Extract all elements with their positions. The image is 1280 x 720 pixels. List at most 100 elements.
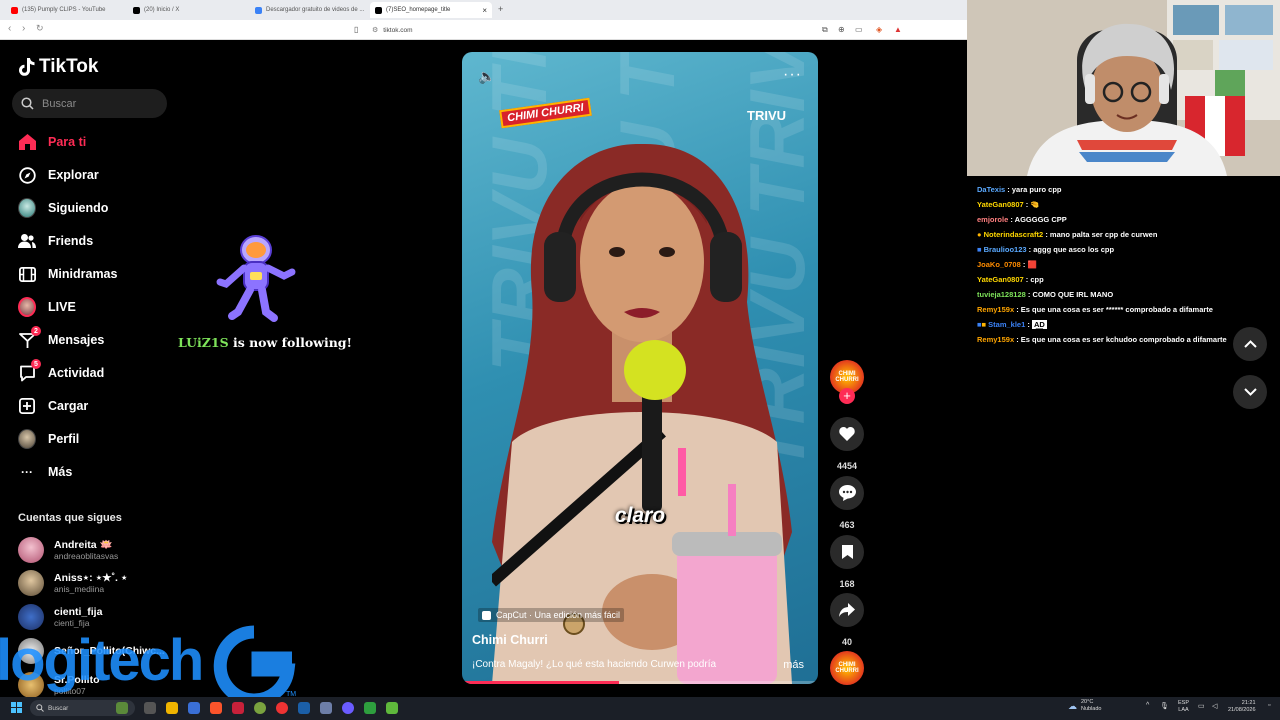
task-view-icon[interactable] — [144, 702, 156, 714]
bookmark-icon[interactable] — [830, 535, 864, 569]
next-video-button[interactable] — [1233, 375, 1267, 409]
settings-icon[interactable] — [320, 702, 332, 714]
like-action[interactable]: 4454 — [830, 417, 864, 471]
nav-actividad[interactable]: 5 Actividad — [18, 359, 105, 384]
see-more-link[interactable]: más — [783, 659, 804, 671]
chat-text: aggg que asco los cpp — [1033, 245, 1115, 254]
comment-count: 463 — [839, 520, 855, 530]
following-account[interactable]: Andreita 🪷 andreaoblitasvas — [18, 537, 118, 563]
follow-plus-button[interactable]: + — [839, 388, 855, 404]
system-clock[interactable]: 21:21 21/08/2026 — [1228, 700, 1256, 714]
video-player[interactable]: TRIVU TRIVU TRIVU TRIVU TRIVU TRIVU TRIV… — [462, 52, 818, 684]
comment-icon[interactable] — [830, 476, 864, 510]
store-icon[interactable] — [188, 702, 200, 714]
chat-message: tuvieja128128 : COMO QUE IRL MANO — [977, 290, 1114, 299]
windows-start-icon[interactable] — [11, 702, 22, 713]
tray-chevron-up-icon[interactable]: ^ — [1146, 702, 1149, 709]
nav-label: Mensajes — [48, 333, 105, 347]
music-disc[interactable]: CHIMI CHURRI — [830, 651, 864, 685]
share-icon[interactable] — [830, 593, 864, 627]
mute-icon[interactable]: 🔈 — [478, 68, 495, 85]
obs-icon[interactable] — [276, 702, 288, 714]
account-username: andreaoblitasvas — [54, 551, 119, 561]
nav-live[interactable]: LIVE — [18, 296, 76, 318]
following-account[interactable]: Aniss⋆: ⋆★˚. ⋆ anis_mediina — [18, 570, 127, 596]
chevron-down-icon — [1243, 388, 1257, 396]
site-info-icon[interactable]: ⚙ — [372, 26, 378, 34]
creator-profile[interactable]: CHIMI CHURRI + — [830, 360, 864, 404]
nav-perfil[interactable]: Perfil — [18, 428, 79, 450]
language-indicator[interactable]: ESP LAA — [1178, 700, 1189, 714]
browser-tab-x[interactable]: (20) Inicio / X — [128, 2, 248, 18]
widget-icon[interactable] — [116, 702, 128, 714]
live-avatar — [18, 297, 36, 317]
clock-time: 21:21 — [1241, 700, 1256, 706]
steam-icon[interactable] — [298, 702, 310, 714]
url-text: tiktok.com — [383, 26, 413, 34]
reload-icon[interactable]: ↻ — [36, 23, 44, 34]
search-icon — [36, 704, 44, 712]
video-description: ¡Contra Magaly! ¿Lo qué esta haciendo Cu… — [472, 659, 717, 670]
nav-explorar[interactable]: Explorar — [18, 164, 99, 186]
discord-icon[interactable] — [342, 702, 354, 714]
chat-badge-icon: ■ — [977, 245, 982, 254]
search-input[interactable]: Buscar — [12, 89, 167, 118]
webcam-feed — [967, 0, 1280, 176]
heart-icon[interactable] — [830, 417, 864, 451]
browser-tab-tiktok[interactable]: (7)SEO_homepage_title × — [370, 2, 492, 18]
network-icon[interactable]: ▭ — [1198, 702, 1205, 710]
rewards-icon[interactable]: ▲ — [894, 25, 902, 34]
avatar — [18, 570, 44, 596]
app-icon[interactable] — [254, 702, 266, 714]
comment-action[interactable]: 463 — [830, 476, 864, 530]
close-icon[interactable]: × — [482, 6, 487, 15]
sound-disc-icon[interactable]: CHIMI CHURRI — [830, 651, 864, 685]
bookmark-icon[interactable]: ▯ — [354, 25, 358, 34]
nav-para-ti[interactable]: Para ti — [18, 131, 86, 153]
browser-tab-youtube[interactable]: (135) Pumply CLIPS - YouTube — [6, 2, 126, 18]
nav-cargar[interactable]: Cargar — [18, 395, 88, 417]
chat-message: ■■ Stam_kle1 : A͟D — [977, 320, 1047, 329]
capcut-tag[interactable]: CapCut · Una edición más fácil — [478, 608, 625, 622]
nav-mas[interactable]: ··· Más — [18, 461, 72, 483]
chat-text: 🟥 — [1027, 260, 1037, 269]
save-action[interactable]: 168 — [830, 535, 864, 589]
minecraft-icon[interactable] — [364, 702, 376, 714]
brave-shield-icon[interactable]: ◈ — [876, 25, 882, 34]
video-author[interactable]: Chimi Churri — [472, 633, 548, 647]
volume-icon[interactable]: ◁ — [1212, 702, 1217, 710]
nav-label: Minidramas — [48, 267, 118, 281]
app-icon[interactable] — [232, 702, 244, 714]
nav-siguiendo[interactable]: Siguiendo — [18, 197, 108, 219]
browser-tab-downloader[interactable]: Descargador gratuito de videos de ... — [250, 2, 368, 18]
nav-label: Actividad — [48, 366, 105, 380]
home-icon — [18, 133, 36, 151]
weather-condition: Nublado — [1081, 706, 1102, 712]
app-icon[interactable] — [386, 702, 398, 714]
forward-icon[interactable]: › — [22, 23, 25, 34]
video-progress-bar[interactable] — [462, 681, 818, 684]
translate-icon[interactable]: ⧉ — [822, 25, 828, 35]
back-icon[interactable]: ‹ — [8, 23, 11, 34]
microphone-icon[interactable]: 🎙 — [1160, 702, 1169, 710]
new-tab-button[interactable]: + — [498, 4, 503, 14]
nav-mensajes[interactable]: 2 Mensajes — [18, 326, 105, 351]
nav-label: Explorar — [48, 168, 99, 182]
brave-browser-icon[interactable] — [210, 702, 222, 714]
weather-widget[interactable]: ☁ 20°C Nublado — [1068, 699, 1102, 713]
more-options-icon[interactable]: ··· — [783, 66, 802, 84]
share-action[interactable]: 40 — [830, 593, 864, 647]
chat-username: DaTexis — [977, 185, 1006, 194]
progress-fill — [462, 681, 619, 684]
nav-minidramas[interactable]: Minidramas — [18, 263, 117, 285]
zoom-icon[interactable]: ⊕ — [838, 25, 845, 34]
tiktok-logo[interactable]: TikTok — [18, 56, 98, 78]
cloud-icon: ☁ — [1068, 700, 1077, 711]
capcut-label: CapCut · Una edición más fácil — [496, 610, 621, 620]
nav-friends[interactable]: Friends — [18, 230, 93, 252]
cast-icon[interactable]: ▭ — [855, 25, 863, 34]
file-explorer-icon[interactable] — [166, 702, 178, 714]
follow-alert-text: LUiZ1S is now following! — [178, 335, 352, 350]
notifications-icon[interactable]: ▫ — [1268, 702, 1270, 709]
tab-label: (7)SEO_homepage_title — [386, 7, 451, 13]
